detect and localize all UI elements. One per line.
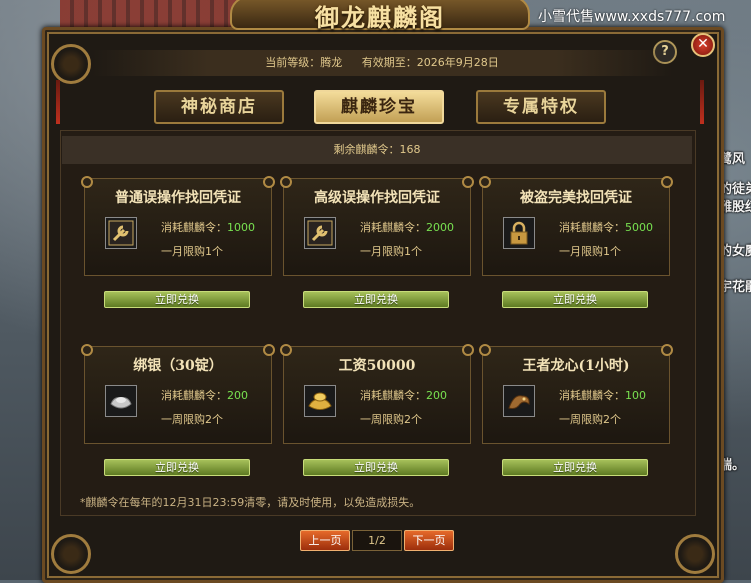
exchange-button[interactable]: 立即兑换 (104, 291, 250, 308)
exchange-button[interactable]: 立即兑换 (303, 459, 449, 476)
remaining-label: 剩余麒麟令： (333, 143, 400, 156)
purchase-limit: 一周限购2个 (161, 413, 223, 426)
cost-label: 消耗麒麟令： (360, 389, 426, 402)
item-cost: 消耗麒麟令：5000 (559, 219, 653, 235)
tab-mystery-shop[interactable]: 神秘商店 (154, 90, 284, 124)
exchange-button[interactable]: 立即兑换 (104, 459, 250, 476)
padlock-icon[interactable] (503, 217, 535, 249)
item-cost: 消耗麒麟令：1000 (161, 219, 255, 235)
item-card: 普通误操作找回凭证 消耗麒麟令：1000 一月限购1个 (81, 176, 275, 276)
cost-label: 消耗麒麟令： (360, 221, 426, 234)
gold-ingot-icon[interactable] (304, 385, 336, 417)
wrench-icon[interactable] (304, 217, 336, 249)
item-card: 绑银（30锭） 消耗麒麟令：200 一周限购2个 (81, 344, 275, 444)
cost-value: 100 (625, 389, 646, 402)
item-card: 工资50000 消耗麒麟令：200 一周限购2个 (280, 344, 474, 444)
purchase-limit: 一周限购2个 (360, 413, 422, 426)
tab-exclusive-privilege[interactable]: 专属特权 (476, 90, 606, 124)
cost-label: 消耗麒麟令： (559, 389, 625, 402)
level-value: 腾龙 (320, 56, 343, 69)
item-title: 被盗完美找回凭证 (520, 190, 632, 206)
tab-qilin-treasure[interactable]: 麒麟珍宝 (314, 90, 444, 124)
purchase-limit: 一月限购1个 (559, 245, 621, 258)
level-label: 当前等级： (265, 56, 321, 69)
next-page-button[interactable]: 下一页 (404, 530, 454, 551)
item-card: 被盗完美找回凭证 消耗麒麟令：5000 一月限购1个 (479, 176, 673, 276)
corner-ornament (51, 44, 91, 84)
item-cost: 消耗麒麟令：200 (161, 387, 248, 403)
dragon-heart-icon[interactable] (503, 385, 535, 417)
item-cost: 消耗麒麟令：100 (559, 387, 646, 403)
expiry-value: 2026年9月28日 (416, 56, 499, 69)
expiry-label: 有效期至： (361, 56, 417, 69)
cost-value: 5000 (625, 221, 653, 234)
remaining-value: 168 (399, 143, 421, 156)
membership-info-bar: 当前等级：腾龙 有效期至：2026年9月28日 (92, 50, 672, 76)
cost-value: 2000 (426, 221, 454, 234)
item-card: 王者龙心(1小时) 消耗麒麟令：100 一周限购2个 (479, 344, 673, 444)
cost-label: 消耗麒麟令： (161, 389, 227, 402)
prev-page-button[interactable]: 上一页 (300, 530, 350, 551)
item-title: 绑银（30锭） (133, 358, 223, 374)
level-info: 当前等级：腾龙 (265, 56, 342, 69)
reset-notice: *麒麟令在每年的12月31日23:59清零，请及时使用，以免造成损失。 (80, 496, 421, 509)
silver-ingot-icon[interactable] (105, 385, 137, 417)
window-title: 御龙麒麟阁 (315, 3, 445, 32)
exchange-button[interactable]: 立即兑换 (502, 291, 648, 308)
cost-value: 1000 (227, 221, 255, 234)
corner-ornament (675, 534, 715, 574)
purchase-limit: 一周限购2个 (559, 413, 621, 426)
cost-value: 200 (426, 389, 447, 402)
exchange-button[interactable]: 立即兑换 (502, 459, 648, 476)
exchange-button[interactable]: 立即兑换 (303, 291, 449, 308)
item-card: 高级误操作找回凭证 消耗麒麟令：2000 一月限购1个 (280, 176, 474, 276)
wrench-icon[interactable] (105, 217, 137, 249)
cost-value: 200 (227, 389, 248, 402)
cost-label: 消耗麒麟令： (559, 221, 625, 234)
page-indicator: 1/2 (352, 530, 402, 551)
tassel-ornament (700, 80, 704, 124)
purchase-limit: 一月限购1个 (360, 245, 422, 258)
item-cost: 消耗麒麟令：200 (360, 387, 447, 403)
purchase-limit: 一月限购1个 (161, 245, 223, 258)
item-title: 高级误操作找回凭证 (314, 190, 440, 206)
watermark: 小雪代售www.xxds777.com (538, 9, 726, 25)
item-title: 工资50000 (338, 358, 416, 374)
item-title: 王者龙心(1小时) (522, 358, 630, 374)
item-title: 普通误操作找回凭证 (115, 190, 241, 206)
item-cost: 消耗麒麟令：2000 (360, 219, 454, 235)
tassel-ornament (56, 80, 60, 124)
corner-ornament (51, 534, 91, 574)
expiry-info: 有效期至：2026年9月28日 (362, 56, 499, 69)
cost-label: 消耗麒麟令： (161, 221, 227, 234)
close-button[interactable]: ✕ (691, 33, 715, 57)
remaining-tokens-bar: 剩余麒麟令：168 (62, 136, 692, 164)
